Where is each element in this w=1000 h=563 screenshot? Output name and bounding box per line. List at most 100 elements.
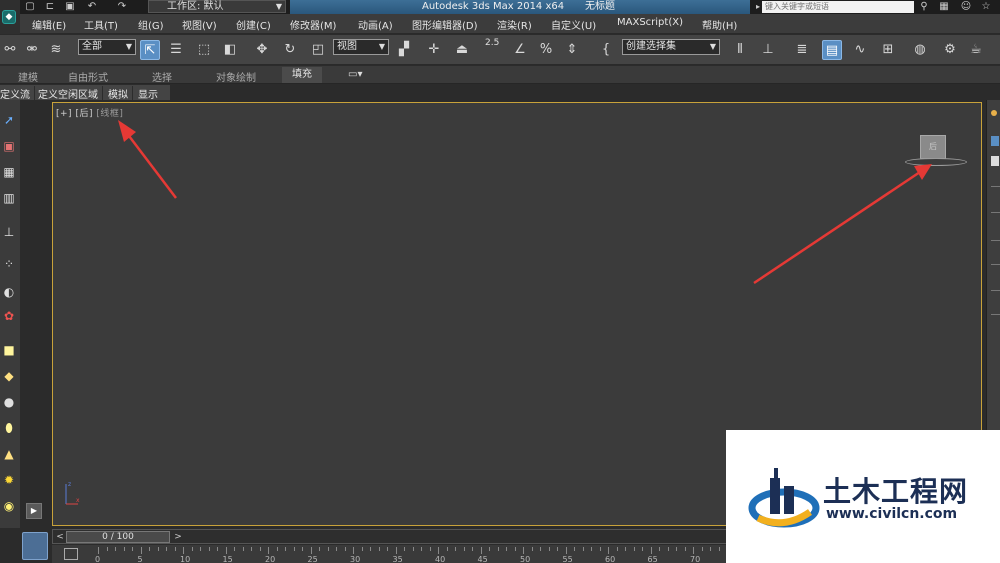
window-crossing-icon[interactable]: ◧ xyxy=(220,40,240,60)
light-icon[interactable]: ✹ xyxy=(1,472,17,488)
new-file-icon[interactable]: ▢ xyxy=(24,1,36,13)
rollout-divider xyxy=(991,290,1000,291)
ground-icon[interactable]: ⊥ xyxy=(1,224,17,240)
bind-space-warp-icon[interactable]: ≋ xyxy=(46,40,66,60)
save-icon[interactable]: ▣ xyxy=(64,1,76,13)
box-icon[interactable]: ■ xyxy=(1,342,17,358)
undo-icon[interactable]: ↶ xyxy=(86,1,98,13)
named-selection-value: 创建选择集 xyxy=(626,41,676,52)
sphere-icon[interactable]: ◐ xyxy=(1,284,17,300)
mini-listener-button[interactable] xyxy=(22,532,48,560)
select-object-icon[interactable]: ⇱ xyxy=(140,40,160,60)
tab-freeform[interactable]: 自由形式 xyxy=(68,69,108,84)
favorites-star-icon[interactable]: ☆ xyxy=(980,1,992,13)
application-button[interactable]: ◆ xyxy=(0,0,20,34)
select-manipulate-icon[interactable]: ✛ xyxy=(424,40,444,60)
people-icon[interactable]: ✿ xyxy=(1,308,17,324)
next-frame-icon[interactable]: > xyxy=(173,531,183,543)
paint-icon[interactable]: ▣ xyxy=(1,138,17,154)
time-slider-thumb[interactable]: 0 / 100 xyxy=(66,531,170,543)
menu-tools[interactable]: 工具(T) xyxy=(84,17,118,32)
rollout-divider xyxy=(991,314,1000,315)
curve-editor-icon[interactable]: ∿ xyxy=(850,40,870,60)
tab-modeling[interactable]: 建模 xyxy=(18,69,38,84)
subtab-simulate[interactable]: 模拟 xyxy=(108,86,133,101)
viewcube-compass-ring[interactable] xyxy=(905,158,967,166)
render-setup-icon[interactable]: ⚙ xyxy=(940,40,960,60)
named-selection-dropdown[interactable]: 创建选择集 ▼ xyxy=(622,39,720,55)
ribbon-toggle-icon[interactable]: ▭▾ xyxy=(348,69,362,80)
communication-center-icon[interactable]: ▦ xyxy=(938,1,950,13)
align-icon[interactable]: ⊥ xyxy=(758,40,778,60)
pivot-center-icon[interactable]: ▞ xyxy=(394,40,414,60)
scatter-icon[interactable]: ⁘ xyxy=(1,256,17,272)
workspace-dropdown[interactable]: 工作区: 默认 ▼ xyxy=(148,0,286,13)
viewport-view-name[interactable]: [后] xyxy=(75,109,93,119)
scale-icon[interactable]: ◰ xyxy=(308,40,328,60)
subtab-define-idle-areas[interactable]: 定义空闲区域 xyxy=(38,86,103,101)
percent-snap-icon[interactable]: % xyxy=(536,40,556,60)
redo-icon[interactable]: ↷ xyxy=(116,1,128,13)
angle-snap-icon[interactable]: ∠ xyxy=(510,40,530,60)
object-type-button-icon[interactable] xyxy=(991,156,999,166)
pointer-icon[interactable]: ➚ xyxy=(1,112,17,128)
rotate-icon[interactable]: ↻ xyxy=(280,40,300,60)
move-icon[interactable]: ✥ xyxy=(252,40,272,60)
menu-customize[interactable]: 自定义(U) xyxy=(551,17,596,32)
keyboard-shortcut-override-icon[interactable]: ⏏ xyxy=(452,40,472,60)
menu-edit[interactable]: 编辑(E) xyxy=(32,17,66,32)
scene-explorer-icon[interactable]: ▤ xyxy=(822,40,842,60)
list-icon[interactable]: ▥ xyxy=(1,190,17,206)
viewcube[interactable]: 后 xyxy=(920,135,946,159)
edit-named-selection-icon[interactable]: { xyxy=(596,40,616,60)
shape-icon[interactable]: ◆ xyxy=(1,368,17,384)
create-tab-icon[interactable] xyxy=(991,110,997,116)
subtab-define-flows[interactable]: 定义流 xyxy=(0,86,35,101)
subtab-display[interactable]: 显示 xyxy=(138,86,162,101)
cone-icon[interactable]: ▲ xyxy=(1,446,17,462)
schematic-view-icon[interactable]: ⊞ xyxy=(878,40,898,60)
menu-animation[interactable]: 动画(A) xyxy=(358,17,393,32)
rectangular-selection-icon[interactable]: ⬚ xyxy=(194,40,214,60)
material-editor-icon[interactable]: ◍ xyxy=(910,40,930,60)
open-file-icon[interactable]: ⊏ xyxy=(44,1,56,13)
viewport-menu-plus[interactable]: [+] xyxy=(56,109,72,119)
spinner-snap-icon[interactable]: ⇕ xyxy=(562,40,582,60)
geometry-button-icon[interactable] xyxy=(991,136,999,146)
menu-rendering[interactable]: 渲染(R) xyxy=(497,17,532,32)
layer-manager-icon[interactable]: ≣ xyxy=(792,40,812,60)
selection-filter-dropdown[interactable]: 全部 ▼ xyxy=(78,39,136,55)
track-bar[interactable]: 051015202530354045505560657075 xyxy=(52,545,771,563)
tab-selection[interactable]: 选择 xyxy=(152,69,172,84)
select-by-name-icon[interactable]: ☰ xyxy=(166,40,186,60)
menu-help[interactable]: 帮助(H) xyxy=(702,17,737,32)
torus-icon[interactable]: ◉ xyxy=(1,498,17,514)
unlink-icon[interactable]: ⚮ xyxy=(22,40,42,60)
menu-group[interactable]: 组(G) xyxy=(138,17,164,32)
search-input[interactable] xyxy=(762,1,914,13)
menu-modifiers[interactable]: 修改器(M) xyxy=(290,17,336,32)
menu-create[interactable]: 创建(C) xyxy=(236,17,271,32)
reference-coord-dropdown[interactable]: 视图 ▼ xyxy=(333,39,389,55)
curve-editor-mini-icon[interactable] xyxy=(64,548,78,560)
menu-views[interactable]: 视图(V) xyxy=(182,17,217,32)
user-icon[interactable]: ☺ xyxy=(960,1,972,13)
previous-frame-icon[interactable]: < xyxy=(55,531,65,543)
snap-value[interactable]: 2.5 xyxy=(485,38,499,48)
egg-icon[interactable]: ⬮ xyxy=(1,420,17,436)
link-icon[interactable]: ⚯ xyxy=(0,40,20,60)
play-animation-button[interactable]: ▶ xyxy=(26,503,42,519)
render-frame-icon[interactable]: ☕ xyxy=(966,40,986,60)
grid-icon[interactable]: ▦ xyxy=(1,164,17,180)
binoculars-icon[interactable]: ⚲ xyxy=(918,1,930,13)
tab-populate[interactable]: 填充 xyxy=(282,67,322,83)
menu-maxscript[interactable]: MAXScript(X) xyxy=(617,17,683,28)
menu-graph-editors[interactable]: 图形编辑器(D) xyxy=(412,17,478,32)
tab-object-paint[interactable]: 对象绘制 xyxy=(216,69,256,84)
mirror-icon[interactable]: ⫴ xyxy=(730,40,750,60)
ruler-tick xyxy=(353,547,354,554)
viewport-shading-mode[interactable]: [线框] xyxy=(96,109,123,119)
circle-icon[interactable]: ● xyxy=(1,394,17,410)
viewport-label[interactable]: [+] [后] [线框] xyxy=(56,106,123,119)
ruler-tick xyxy=(506,547,507,551)
